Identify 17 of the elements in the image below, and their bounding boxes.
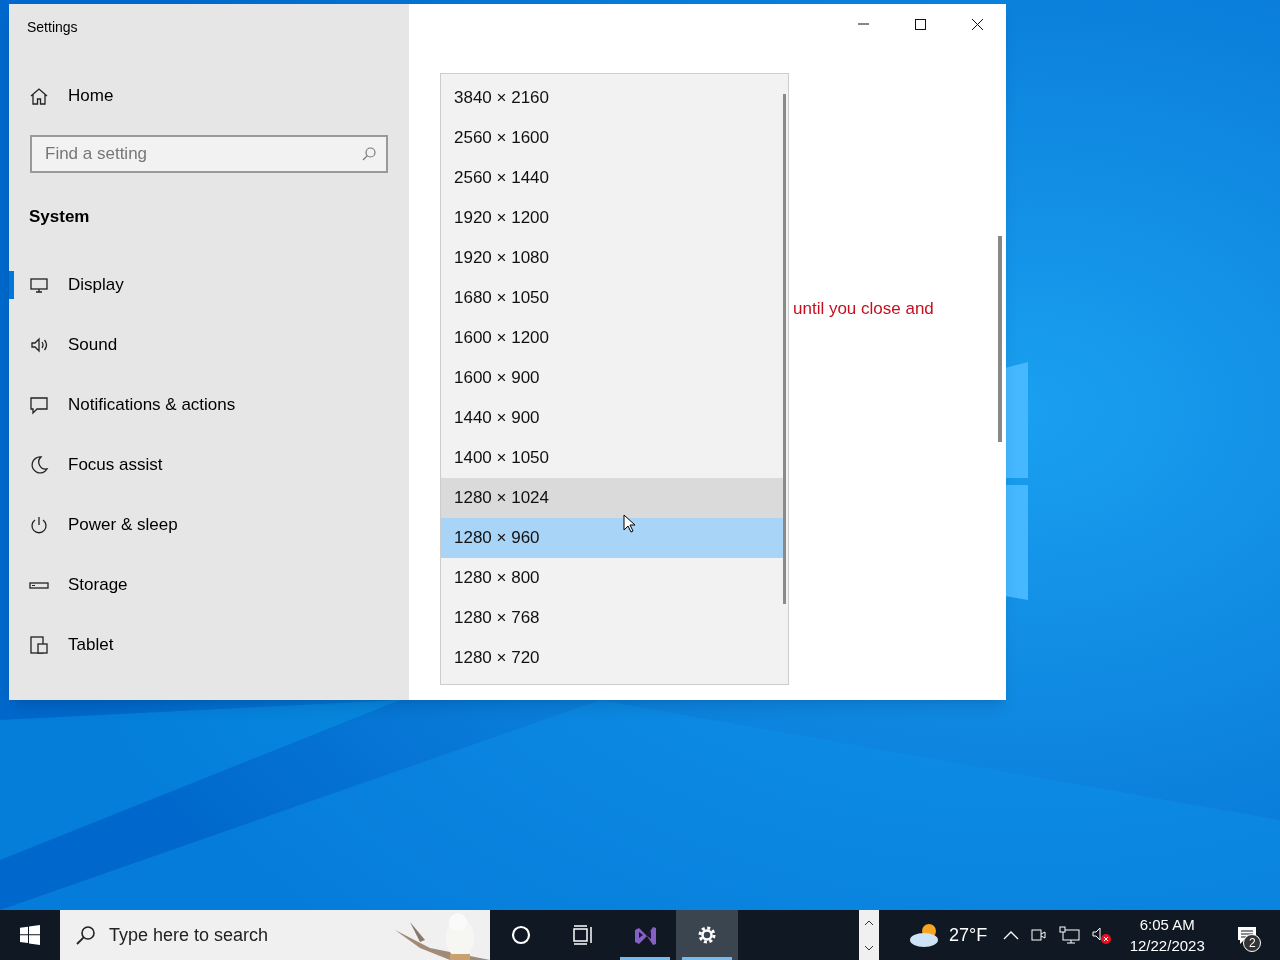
taskbar-app-button[interactable] — [676, 910, 738, 960]
running-indicator — [620, 957, 670, 960]
notification-count: 2 — [1243, 934, 1262, 952]
network-icon[interactable] — [1059, 925, 1082, 945]
task-view-icon — [571, 923, 595, 947]
running-indicator — [682, 957, 732, 960]
clock-date: 12/22/2023 — [1129, 936, 1205, 956]
notification-button[interactable]: 2 — [1229, 910, 1266, 960]
taskbar-search-field[interactable]: Type here to search — [60, 910, 490, 960]
chevron-up-icon[interactable] — [1003, 930, 1020, 940]
circle-icon — [509, 923, 533, 947]
clock-time: 6:05 AM — [1139, 915, 1195, 935]
search-icon — [75, 924, 97, 946]
weather-temperature: 27°F — [949, 923, 988, 947]
weather-cloud-icon — [909, 922, 941, 948]
windows-logo-icon — [20, 925, 40, 945]
muted-speaker-icon[interactable] — [1091, 925, 1114, 945]
